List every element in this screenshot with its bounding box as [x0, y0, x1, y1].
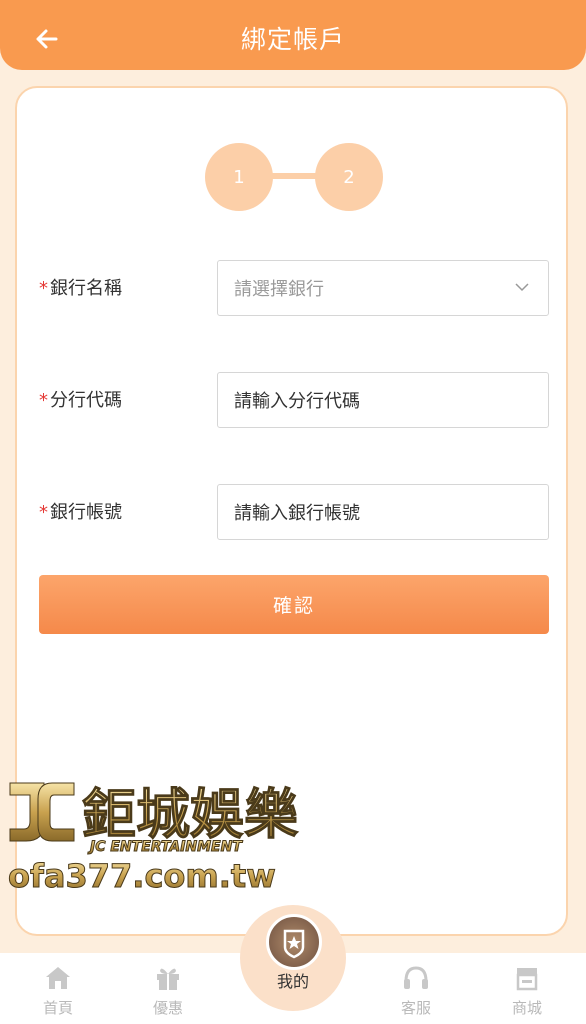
tab-home-label: 首頁: [42, 999, 73, 1017]
store-icon: [516, 968, 538, 991]
step-1-indicator: 1: [205, 143, 273, 211]
tab-mine-label: 我的: [276, 972, 309, 991]
badge-star-icon: [266, 914, 322, 970]
tab-promotions-label: 優惠: [152, 999, 183, 1017]
svg-text:JC ENTERTAINMENT: JC ENTERTAINMENT: [87, 839, 243, 855]
required-mark: *: [39, 502, 48, 523]
confirm-button[interactable]: 確認: [39, 575, 549, 634]
step-2-indicator: 2: [315, 143, 383, 211]
account-number-label-text: 銀行帳號: [50, 502, 122, 523]
bank-name-label-text: 銀行名稱: [50, 278, 122, 299]
tab-promotions[interactable]: 優惠: [118, 953, 218, 1024]
header-bar: 綁定帳戶: [0, 0, 586, 70]
required-mark: *: [39, 390, 48, 411]
branch-code-placeholder: 請輸入分行代碼: [234, 391, 360, 412]
account-number-placeholder: 請輸入銀行帳號: [234, 503, 360, 524]
jc-entertainment-watermark-logo: 鉅城娛樂 JC ENTERTAINMENT ofa377.com.tw: [8, 782, 299, 895]
tab-home[interactable]: 首頁: [8, 953, 108, 1024]
branch-code-label: * 分行代碼: [39, 386, 122, 412]
chevron-down-icon: [515, 283, 529, 292]
page-title: 綁定帳戶: [240, 25, 345, 54]
headset-icon: [404, 966, 428, 989]
tab-store[interactable]: 商城: [477, 953, 577, 1024]
required-mark: *: [39, 278, 48, 299]
tab-customer-service-label: 客服: [400, 999, 431, 1017]
bank-name-label: * 銀行名稱: [39, 274, 122, 300]
bank-select[interactable]: 請選擇銀行: [217, 260, 549, 316]
account-number-label: * 銀行帳號: [39, 498, 122, 524]
tab-customer-service[interactable]: 客服: [366, 953, 466, 1024]
branch-code-input[interactable]: 請輸入分行代碼: [217, 372, 549, 428]
account-number-input[interactable]: 請輸入銀行帳號: [217, 484, 549, 540]
svg-text:ofa377.com.tw: ofa377.com.tw: [8, 857, 276, 895]
svg-text:鉅城娛樂: 鉅城娛樂: [82, 783, 299, 846]
branch-code-label-text: 分行代碼: [50, 390, 122, 411]
gift-icon: [157, 968, 179, 990]
home-icon: [46, 967, 70, 989]
bank-select-placeholder: 請選擇銀行: [234, 279, 324, 300]
tab-store-label: 商城: [511, 999, 542, 1017]
